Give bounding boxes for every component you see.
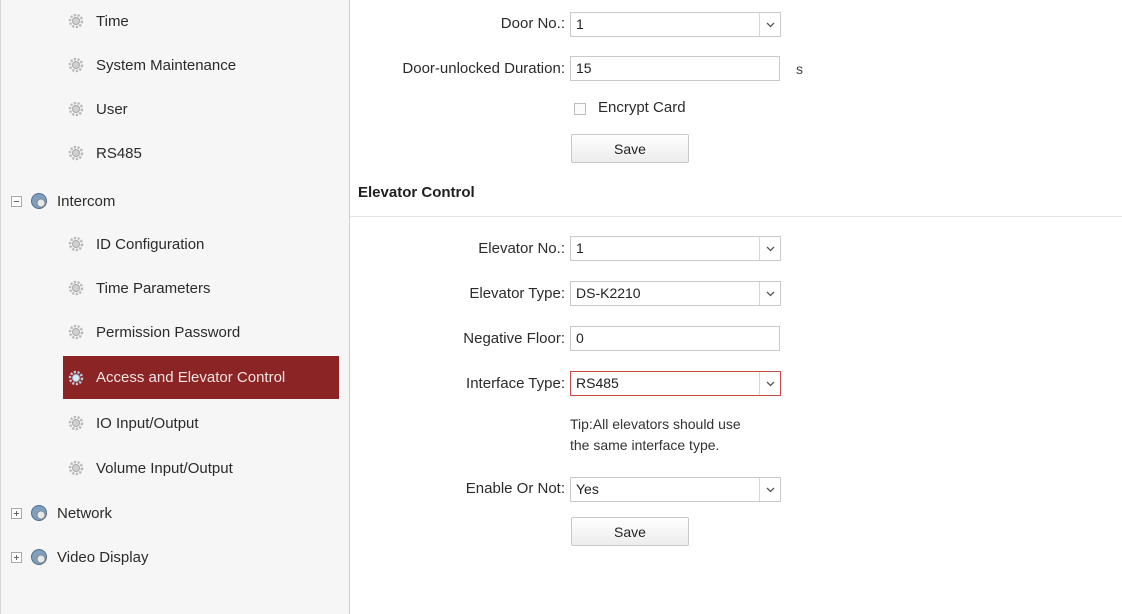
enable-or-not-label: Enable Or Not: xyxy=(465,480,565,497)
gear-icon xyxy=(68,145,84,161)
sidebar-item-intercom[interactable]: Intercom xyxy=(1,181,350,221)
encrypt-card-checkbox[interactable] xyxy=(574,103,586,115)
interface-type-select[interactable]: RS485 xyxy=(570,371,781,396)
elevator-no-select[interactable]: 1 xyxy=(570,236,781,261)
sidebar-item-label: Intercom xyxy=(57,192,116,210)
sidebar-item-label: Time xyxy=(96,12,129,30)
globe-icon xyxy=(31,193,47,209)
sidebar-item-time-parameters[interactable]: Time Parameters xyxy=(1,268,350,308)
gear-icon xyxy=(68,13,84,29)
globe-icon xyxy=(31,549,47,565)
gear-icon xyxy=(68,415,84,431)
sidebar-item-label: System Maintenance xyxy=(96,56,237,74)
enable-or-not-value: Yes xyxy=(576,481,599,497)
sidebar-item-id-configuration[interactable]: ID Configuration xyxy=(1,224,350,264)
gear-icon xyxy=(68,57,84,73)
negative-floor-label: Negative Floor: xyxy=(463,330,565,347)
sidebar-item-label: Access and Elevator Control xyxy=(96,369,286,386)
section-divider xyxy=(350,216,1122,217)
sidebar-item-io-input-output[interactable]: IO Input/Output xyxy=(1,403,350,443)
elevator-save-button[interactable]: Save xyxy=(571,517,689,546)
collapse-icon[interactable] xyxy=(11,195,22,207)
sidebar-nav: Time System Maintenance User RS485 Inter… xyxy=(0,0,350,614)
sidebar-item-label: RS485 xyxy=(96,144,142,162)
sidebar-item-user[interactable]: User xyxy=(1,89,350,129)
globe-icon xyxy=(31,505,47,521)
elevator-type-value: DS-K2210 xyxy=(576,285,641,301)
expand-icon[interactable] xyxy=(11,507,22,519)
sidebar-item-system-maintenance[interactable]: System Maintenance xyxy=(1,45,350,85)
sidebar-item-label: Volume Input/Output xyxy=(96,459,233,477)
gear-icon xyxy=(68,101,84,117)
sidebar-item-rs485[interactable]: RS485 xyxy=(1,133,350,173)
sidebar-item-volume-input-output[interactable]: Volume Input/Output xyxy=(1,448,350,488)
enable-or-not-select[interactable]: Yes xyxy=(570,477,781,502)
elevator-no-value: 1 xyxy=(576,240,584,256)
tip-line-1: Tip:All elevators should use xyxy=(570,416,741,432)
sidebar-item-time[interactable]: Time xyxy=(1,1,350,41)
gear-icon xyxy=(68,324,84,340)
encrypt-card-label: Encrypt Card xyxy=(598,99,686,116)
door-no-select[interactable]: 1 xyxy=(570,12,781,37)
interface-type-value: RS485 xyxy=(576,375,619,391)
expand-icon[interactable] xyxy=(11,551,22,563)
interface-type-label: Interface Type: xyxy=(466,375,565,392)
sidebar-item-label: ID Configuration xyxy=(96,235,205,253)
tip-line-2: the same interface type. xyxy=(570,437,720,453)
chevron-down-icon[interactable] xyxy=(759,237,780,260)
sidebar-item-permission-password[interactable]: Permission Password xyxy=(1,312,350,352)
sidebar-item-label: Permission Password xyxy=(96,323,241,341)
door-unlocked-duration-label: Door-unlocked Duration: xyxy=(402,60,565,77)
chevron-down-icon[interactable] xyxy=(759,282,780,305)
chevron-down-icon[interactable] xyxy=(759,478,780,501)
chevron-down-icon[interactable] xyxy=(759,372,780,395)
sidebar-item-access-elevator-control[interactable]: Access and Elevator Control xyxy=(63,356,339,399)
sidebar-item-network[interactable]: Network xyxy=(1,493,350,533)
elevator-type-label: Elevator Type: xyxy=(469,285,565,302)
sidebar-item-label: Time Parameters xyxy=(96,279,211,297)
duration-unit: s xyxy=(796,61,803,77)
gear-icon xyxy=(68,280,84,296)
sidebar-item-label: Network xyxy=(57,504,113,522)
interface-tip: Tip:All elevators should use the same in… xyxy=(570,414,741,456)
gear-icon xyxy=(68,460,84,476)
gear-icon xyxy=(68,370,84,385)
sidebar-item-label: Video Display xyxy=(57,548,149,566)
sidebar-item-label: User xyxy=(96,100,128,118)
door-no-label: Door No.: xyxy=(500,15,565,32)
sidebar-item-label: IO Input/Output xyxy=(96,414,199,432)
elevator-type-select[interactable]: DS-K2210 xyxy=(570,281,781,306)
main-panel: Door No.: 1 Door-unlocked Duration: 15 s… xyxy=(350,0,1122,614)
sidebar-item-video-display[interactable]: Video Display xyxy=(1,537,350,577)
door-unlocked-duration-input[interactable]: 15 xyxy=(570,56,780,81)
door-no-value: 1 xyxy=(576,16,584,32)
negative-floor-input[interactable]: 0 xyxy=(570,326,780,351)
gear-icon xyxy=(68,236,84,252)
elevator-no-label: Elevator No.: xyxy=(478,240,565,257)
door-save-button[interactable]: Save xyxy=(571,134,689,163)
section-title: Elevator Control xyxy=(358,184,475,201)
chevron-down-icon[interactable] xyxy=(759,13,780,36)
